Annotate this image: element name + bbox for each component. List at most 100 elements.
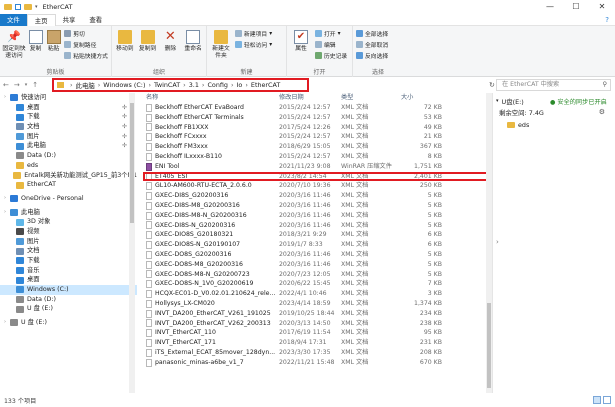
tab-view[interactable]: 查看 [82, 14, 109, 26]
sidebar-item[interactable]: EtherCAT [0, 180, 137, 190]
file-row[interactable]: GXEC-DO8S-M8-N_G20200723 2020/7/23 12:05 X… [143, 270, 490, 280]
large-icons-view-button[interactable] [603, 396, 611, 404]
forward-arrow-icon[interactable]: → [14, 78, 20, 92]
search-input[interactable]: 在 EtherCAT 中搜索 ⚲ [496, 79, 611, 91]
tab-share[interactable]: 共享 [56, 14, 83, 26]
file-row[interactable]: GXEC-DI8S-N_G20200316 2020/3/16 11:46 XML … [143, 221, 490, 231]
help-icon[interactable]: ? [605, 16, 609, 24]
sidebar-item[interactable]: › U 盘 (E:) [0, 318, 137, 328]
breadcrumb-this-pc[interactable]: 此电脑 [76, 81, 95, 90]
file-date: 2015/2/24 12:57 [279, 152, 331, 160]
file-row[interactable]: Beckhoff EtherCAT Terminals 2015/2/24 12:… [143, 113, 490, 123]
file-row[interactable]: Beckhoff ILxxxx-B110 2015/2/24 12:57 XML 文… [143, 152, 490, 162]
file-row[interactable]: INVT_DA200_EtherCAT_V261_191025 2019/10/2… [143, 309, 490, 319]
breadcrumb-windows-c[interactable]: Windows (C:) [103, 81, 145, 89]
file-row[interactable]: GXEC-DO8S-M8_G20200316 2020/3/16 11:46 XML… [143, 260, 490, 270]
select-all-button[interactable]: 全部选择 [356, 29, 388, 38]
sidebar-item[interactable]: › 快速访问 [0, 93, 137, 103]
file-row[interactable]: Beckhoff EtherCAT EvaBoard 2015/2/24 12:5… [143, 103, 490, 113]
file-row[interactable]: Hollysys_LX-CM020 2023/4/14 18:59 XML 文档 1,… [143, 299, 490, 309]
file-row[interactable]: Beckhoff FM3xxx 2018/6/29 15:05 XML 文档 367 … [143, 142, 490, 152]
open-button[interactable]: 打开 ▾ [315, 29, 347, 38]
address-bar[interactable]: › 此电脑 › Windows (C:) › TwinCAT › 3.1 › C… [52, 78, 309, 92]
up-arrow-icon[interactable]: ↑ [32, 78, 38, 92]
close-button[interactable]: ✕ [589, 0, 615, 13]
sidebar-item[interactable]: 下载 [0, 256, 137, 266]
edit-button[interactable]: 编辑 [315, 40, 347, 49]
chevron-down-icon[interactable]: ▾ [35, 4, 38, 10]
file-row[interactable]: iTS_External_ECAT_85mover_128dyn... 2023/… [143, 348, 490, 358]
file-row[interactable]: GXEC-DI8S_G20200316 2020/3/16 11:46 XML 文档… [143, 191, 490, 201]
column-size[interactable]: 大小 [398, 93, 444, 103]
column-name[interactable]: 名称 [143, 93, 276, 103]
sidebar-item[interactable]: Data (D:) [0, 151, 137, 161]
tab-home[interactable]: 主页 [26, 13, 56, 27]
sidebar-item[interactable]: 视频 [0, 227, 137, 237]
scrollbar-thumb[interactable] [487, 303, 491, 388]
column-type[interactable]: 类型 [338, 93, 398, 103]
file-row[interactable]: GXEC-DI8S-M8_G20200316 2020/3/16 11:46 XML… [143, 201, 490, 211]
chevron-right-icon[interactable]: › [496, 238, 499, 246]
sidebar-item[interactable]: 桌面 ✢ [0, 103, 137, 113]
sidebar-item[interactable]: 文档 ✢ [0, 122, 137, 132]
new-item-button[interactable]: 新建项目 ▾ [235, 29, 272, 38]
column-date[interactable]: 修改日期 [276, 93, 338, 103]
sidebar-item[interactable]: › OneDrive - Personal [0, 194, 137, 204]
navigation-scrollbar[interactable] [129, 93, 135, 393]
sidebar-item[interactable]: 图片 ✢ [0, 132, 137, 142]
file-row[interactable]: ET405_ESI 2023/8/2 14:54 XML 文档 2,401 KB [143, 171, 490, 182]
invert-selection-button[interactable]: 反向选择 [356, 51, 388, 60]
file-row[interactable]: INVT_EtherCAT_171 2018/9/4 17:31 XML 文档 231… [143, 338, 490, 348]
file-row[interactable]: Beckhoff FB1XXX 2017/5/24 12:26 XML 文档 49 K… [143, 123, 490, 133]
file-row[interactable]: INVT_EtherCAT_110 2017/6/19 11:54 XML 文档 95… [143, 328, 490, 338]
sidebar-item[interactable]: 3D 对象 [0, 217, 137, 227]
breadcrumb-ethercat[interactable]: EtherCAT [251, 81, 280, 89]
file-row[interactable]: panasonic_minas-a6be_v1_7 2022/11/21 15:4… [143, 358, 490, 368]
sidebar-item[interactable]: Data (D:) [0, 295, 137, 305]
tab-file[interactable]: 文件 [0, 13, 27, 26]
file-row[interactable]: GXEC-DO8S_G20200316 2020/3/16 11:46 XML 文档… [143, 250, 490, 260]
breadcrumb-io[interactable]: Io [237, 81, 243, 89]
file-row[interactable]: HCQX-EC01-D_V0.02.01.210624_rele... 2022/… [143, 289, 490, 299]
sidebar-item[interactable]: 下载 ✢ [0, 112, 137, 122]
paste-shortcut-button[interactable]: 粘贴快捷方式 [64, 51, 108, 60]
sidebar-item[interactable]: 桌面 [0, 275, 137, 285]
sidebar-item[interactable]: 此电脑 ✢ [0, 141, 137, 151]
detail-folder-item[interactable]: eds [507, 121, 529, 129]
minimize-button[interactable]: — [537, 0, 563, 13]
sidebar-item[interactable]: › 此电脑 [0, 208, 137, 218]
breadcrumb-config[interactable]: Config [207, 81, 228, 89]
copy-path-button[interactable]: 复制路径 [64, 40, 108, 49]
file-row[interactable]: GXEC-DI8S-M8-N_G20200316 2020/3/16 11:46 X… [143, 211, 490, 221]
chevron-down-icon[interactable]: ▾ [25, 78, 28, 92]
chevron-down-icon[interactable]: ▾ [496, 98, 499, 104]
file-row[interactable]: GXEC-DIO8S-N_G20190107 2019/1/7 8:33 XML 文… [143, 240, 490, 250]
file-row[interactable]: ENI Tool 2021/11/23 9:08 WinRAR 压缩文件 1,751 … [143, 162, 490, 172]
select-none-button[interactable]: 全部取消 [356, 40, 388, 49]
checkbox-icon[interactable] [15, 3, 21, 10]
breadcrumb-3-1[interactable]: 3.1 [189, 81, 199, 89]
settings-icon[interactable]: ⚙ [599, 108, 605, 116]
sidebar-item[interactable]: Windows (C:) [0, 285, 137, 295]
details-view-button[interactable] [593, 396, 601, 404]
easy-access-button[interactable]: 轻松访问 ▾ [235, 40, 272, 49]
sidebar-item[interactable]: 图片 [0, 237, 137, 247]
file-row[interactable]: GL10-AM600-RTU-ECTA_2.0.6.0 2020/7/10 19:… [143, 181, 490, 191]
scrollbar-thumb[interactable] [130, 103, 134, 223]
breadcrumb-twincat[interactable]: TwinCAT [154, 81, 180, 89]
refresh-icon[interactable]: ↻ [489, 78, 495, 92]
sidebar-item[interactable]: eds [0, 161, 137, 171]
cut-button[interactable]: 剪切 [64, 29, 108, 38]
history-button[interactable]: 历史记录 [315, 51, 347, 60]
sidebar-item[interactable]: 文档 [0, 246, 137, 256]
file-row[interactable]: Beckhoff FCxxxx 2015/2/24 12:57 XML 文档 21 K… [143, 132, 490, 142]
maximize-button[interactable]: ☐ [563, 0, 589, 13]
sidebar-item[interactable]: Entalk网关新功能测试_GP15_前3个M1 [0, 171, 137, 181]
sidebar-item[interactable]: U 盘 (E:) [0, 304, 137, 314]
file-row[interactable]: GXEC-DO8S-N_1V0_G20200619 2020/6/22 15:45… [143, 279, 490, 289]
folder-new-icon[interactable] [24, 3, 32, 10]
sidebar-item[interactable]: 音乐 [0, 266, 137, 276]
file-row[interactable]: INVT_DA200_EtherCAT_V262_200313 2020/3/13… [143, 319, 490, 329]
file-row[interactable]: GXEC-DIO8S_G20180321 2018/3/21 9:29 XML 文档… [143, 230, 490, 240]
back-arrow-icon[interactable]: ← [3, 78, 9, 92]
